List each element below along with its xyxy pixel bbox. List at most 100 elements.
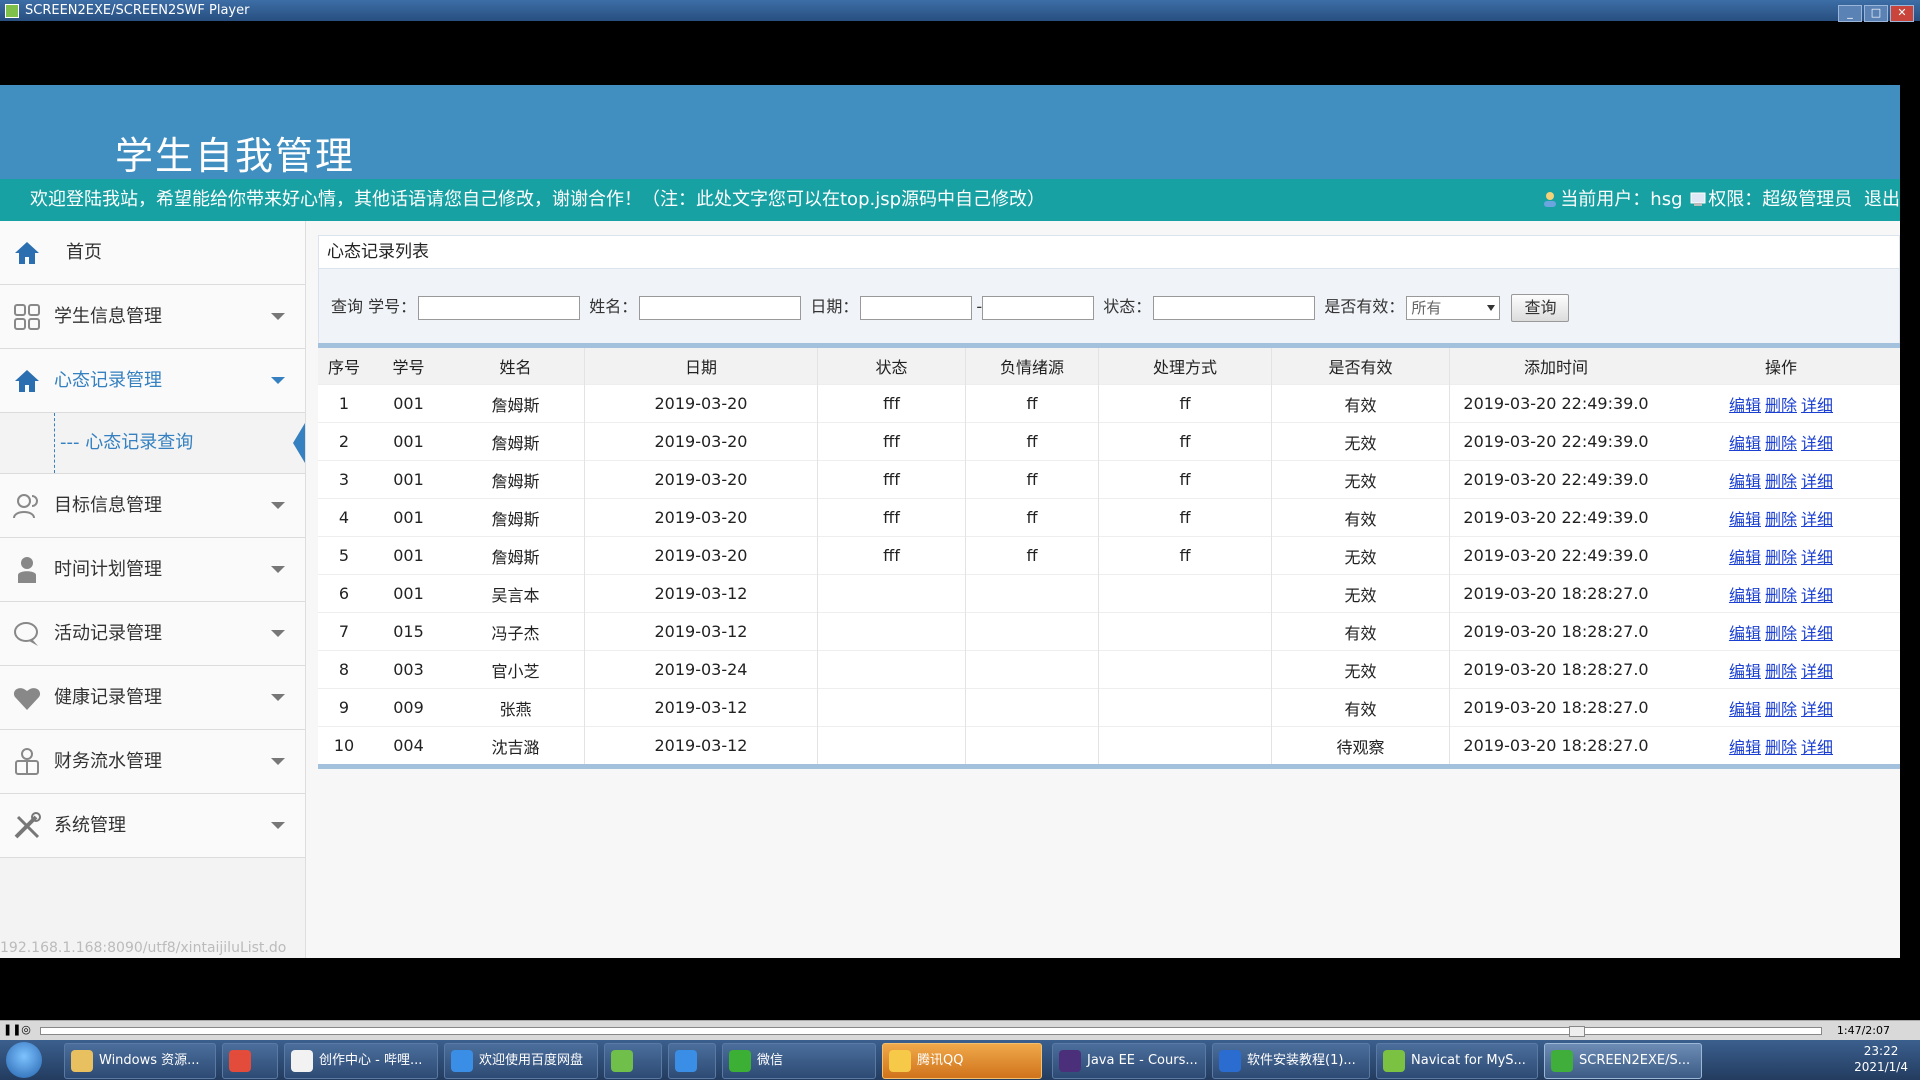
detail-link[interactable]: 详细: [1801, 624, 1833, 643]
taskbar-item-label: Navicat for MyS...: [1411, 1053, 1526, 1068]
detail-link[interactable]: 详细: [1801, 472, 1833, 491]
taskbar-item[interactable]: 腾讯QQ: [882, 1043, 1042, 1079]
taskbar-item-label: 软件安装教程(1)...: [1247, 1053, 1356, 1068]
delete-link[interactable]: 删除: [1765, 700, 1797, 719]
sidebar-subitem-label: --- 心态记录查询: [60, 432, 194, 453]
sidebar-item-health[interactable]: 健康记录管理: [0, 666, 305, 730]
edit-link[interactable]: 编辑: [1729, 548, 1761, 567]
student-no-input[interactable]: [418, 295, 581, 320]
detail-link[interactable]: 详细: [1801, 662, 1833, 681]
valid-select[interactable]: 所有: [1406, 295, 1501, 320]
delete-link[interactable]: 删除: [1765, 548, 1797, 567]
edit-link[interactable]: 编辑: [1729, 662, 1761, 681]
logout-link[interactable]: 退出: [1864, 189, 1900, 210]
edit-link[interactable]: 编辑: [1729, 586, 1761, 605]
status-input[interactable]: [1153, 295, 1316, 320]
table-cell: [1098, 726, 1272, 764]
app-icon: [291, 1050, 313, 1072]
delete-link[interactable]: 删除: [1765, 586, 1797, 605]
edit-link[interactable]: 编辑: [1729, 396, 1761, 415]
detail-link[interactable]: 详细: [1801, 396, 1833, 415]
edit-link[interactable]: 编辑: [1729, 738, 1761, 757]
taskbar-item[interactable]: [604, 1043, 662, 1079]
table-cell: ff: [965, 498, 1099, 537]
table-cell: 001: [370, 422, 447, 461]
date-label: 日期：: [810, 297, 859, 316]
detail-link[interactable]: 详细: [1801, 738, 1833, 757]
delete-link[interactable]: 删除: [1765, 738, 1797, 757]
sidebar-item-activities[interactable]: 活动记录管理: [0, 602, 305, 666]
taskbar-item-label: SCREEN2EXE/S...: [1579, 1053, 1691, 1068]
start-button[interactable]: [6, 1042, 42, 1078]
close-button[interactable]: ✕: [1890, 5, 1914, 22]
delete-link[interactable]: 删除: [1765, 662, 1797, 681]
detail-link[interactable]: 详细: [1801, 548, 1833, 567]
seek-thumb[interactable]: [1569, 1026, 1585, 1037]
edit-link[interactable]: 编辑: [1729, 624, 1761, 643]
sidebar-item-goals[interactable]: 目标信息管理: [0, 474, 305, 538]
sidebar-item-time-plan[interactable]: 时间计划管理: [0, 538, 305, 602]
detail-link[interactable]: 详细: [1801, 586, 1833, 605]
table-row: 8 003 官小芝 2019-03-24 无效 2019-03-20 18:28:27.0…: [318, 650, 1900, 689]
delete-link[interactable]: 删除: [1765, 624, 1797, 643]
table-cell: ff: [965, 460, 1099, 499]
table-cell: fff: [817, 498, 966, 537]
edit-link[interactable]: 编辑: [1729, 700, 1761, 719]
table-cell: 2: [318, 422, 370, 461]
taskbar-item[interactable]: Navicat for MyS...: [1376, 1043, 1538, 1079]
delete-link[interactable]: 删除: [1765, 472, 1797, 491]
minimize-button[interactable]: _: [1838, 5, 1862, 22]
date-start-input[interactable]: [860, 295, 973, 320]
taskbar-item[interactable]: Java EE - Cours...: [1052, 1043, 1206, 1079]
delete-link[interactable]: 删除: [1765, 434, 1797, 453]
date-end-input[interactable]: [982, 295, 1095, 320]
col-header: 添加时间: [1449, 348, 1662, 385]
clock[interactable]: 23:22 2021/1/4: [1854, 1043, 1908, 1075]
taskbar-item[interactable]: 软件安装教程(1)...: [1212, 1043, 1370, 1079]
records-table-wrap: 序号 学号 姓名 日期 状态 负情绪源 处理方式 是否有效 添加时间 操作 10…: [318, 343, 1900, 769]
valid-label: 是否有效：: [1324, 297, 1405, 316]
taskbar-item[interactable]: [222, 1043, 278, 1079]
person-icon: [18, 557, 36, 583]
taskbar-item[interactable]: 欢迎使用百度网盘: [444, 1043, 598, 1079]
name-input[interactable]: [639, 295, 802, 320]
taskbar: Windows 资源... 创作中心 - 哔哩... 欢迎使用百度网盘 微信 腾讯QQ J…: [0, 1040, 1920, 1080]
player-stage: 学生自我管理 欢迎登陆我站，希望能给你带来好心情，其他话语请您自己修改，谢谢合作…: [0, 85, 1900, 958]
table-cell: 詹姆斯: [447, 422, 585, 461]
table-cell: 待观察: [1271, 726, 1450, 764]
edit-link[interactable]: 编辑: [1729, 510, 1761, 529]
col-header: 学号: [370, 348, 447, 385]
taskbar-item[interactable]: 创作中心 - 哔哩...: [284, 1043, 438, 1079]
chevron-down-icon: [271, 502, 285, 509]
detail-link[interactable]: 详细: [1801, 700, 1833, 719]
table-cell: 詹姆斯: [447, 498, 585, 537]
detail-link[interactable]: 详细: [1801, 510, 1833, 529]
delete-link[interactable]: 删除: [1765, 396, 1797, 415]
maximize-button[interactable]: □: [1864, 5, 1888, 22]
seek-track[interactable]: [40, 1026, 1822, 1037]
taskbar-item[interactable]: SCREEN2EXE/S...: [1544, 1043, 1702, 1079]
taskbar-item[interactable]: Windows 资源...: [64, 1043, 216, 1079]
delete-link[interactable]: 删除: [1765, 510, 1797, 529]
table-cell: 2019-03-12: [584, 726, 818, 764]
edit-link[interactable]: 编辑: [1729, 434, 1761, 453]
table-cell: fff: [817, 460, 966, 499]
sidebar-item-label: 心态记录管理: [54, 370, 162, 391]
sidebar-item-mood-records[interactable]: 心态记录管理: [0, 349, 305, 413]
stop-icon[interactable]: ◎: [20, 1024, 32, 1036]
sidebar-item-system[interactable]: 系统管理: [0, 794, 305, 858]
pause-icon[interactable]: ❚❚: [3, 1024, 21, 1036]
chevron-down-icon: [271, 566, 285, 573]
sidebar-item-home[interactable]: 首页: [0, 221, 305, 285]
edit-link[interactable]: 编辑: [1729, 472, 1761, 491]
sidebar-subitem-mood-query[interactable]: --- 心态记录查询: [0, 413, 305, 474]
taskbar-item[interactable]: 微信: [722, 1043, 876, 1079]
table-cell: 冯子杰: [447, 612, 585, 651]
sidebar-item-finance[interactable]: 财务流水管理: [0, 730, 305, 794]
detail-link[interactable]: 详细: [1801, 434, 1833, 453]
table-cell: 001: [370, 536, 447, 575]
query-button[interactable]: 查询: [1511, 293, 1570, 322]
sidebar-item-label: 学生信息管理: [54, 306, 162, 327]
sidebar-item-student-info[interactable]: 学生信息管理: [0, 285, 305, 349]
taskbar-item[interactable]: [668, 1043, 716, 1079]
